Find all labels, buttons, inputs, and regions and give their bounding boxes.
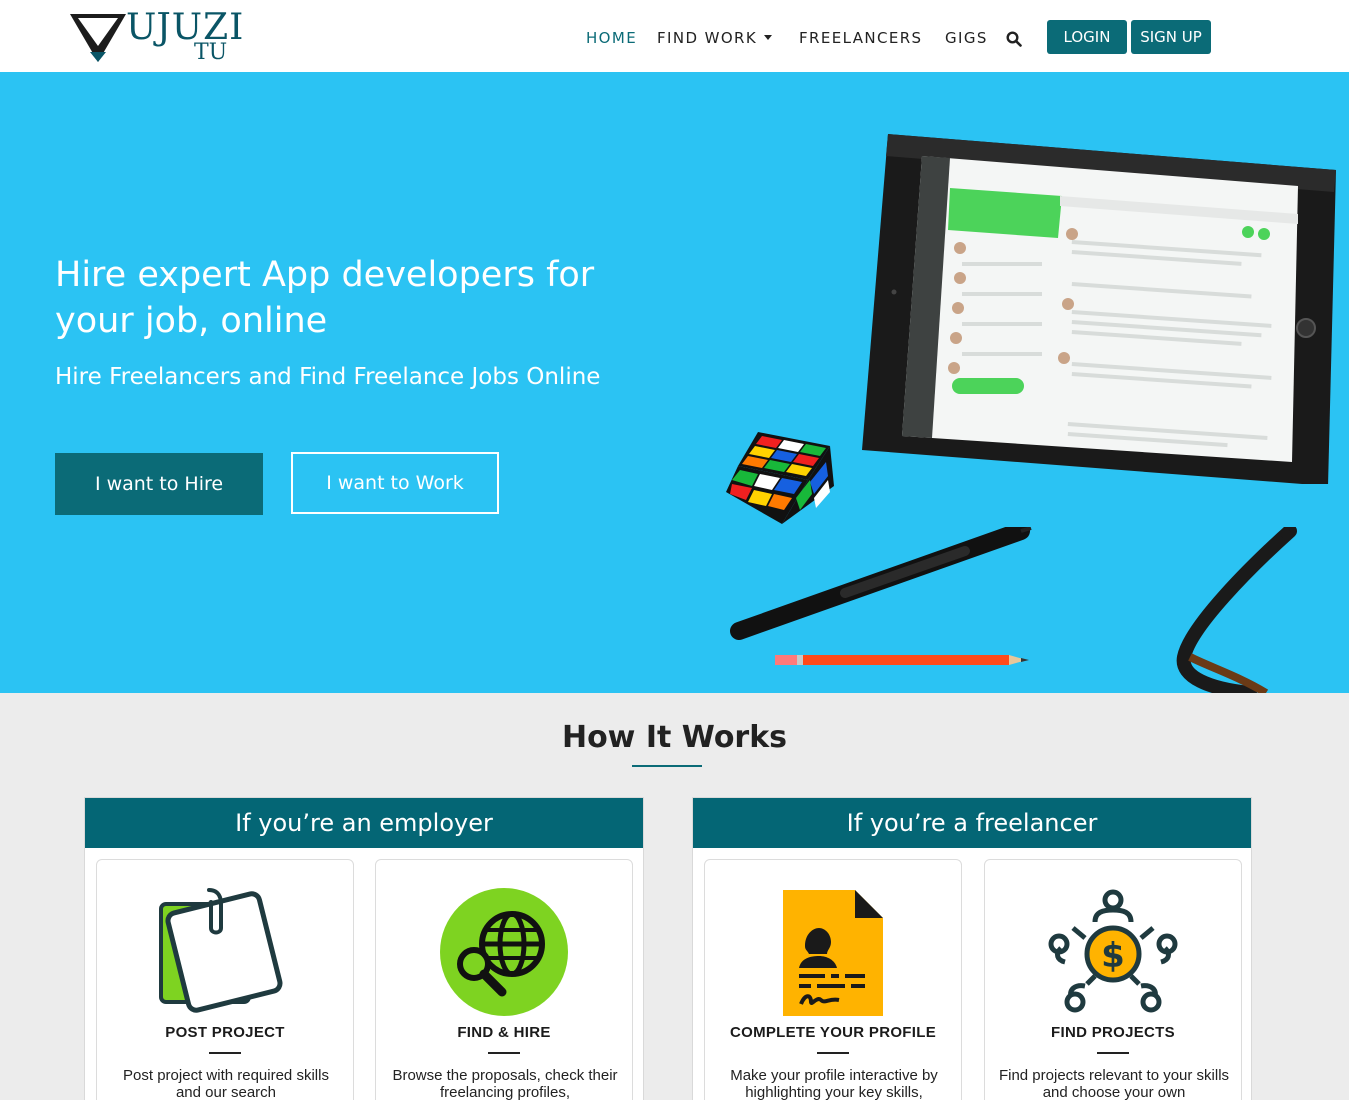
card-find-hire[interactable]: FIND & HIRE Browse the proposals, check … [375,859,633,1100]
brand-logo[interactable]: UJUZI TU [68,8,243,66]
globe-search-icon [440,888,568,1016]
hire-button[interactable]: I want to Hire [55,453,263,515]
card-divider [1097,1052,1129,1054]
card-description: Post project with required skills and ou… [123,1067,329,1100]
sticky-note-icon [159,888,283,1013]
nav-find-work[interactable]: FIND WORK [657,28,773,48]
card-title: FIND & HIRE [457,1024,551,1041]
card-divider [209,1052,241,1054]
pencil-illustration [775,655,1029,665]
hero-subtitle: Hire Freelancers and Find Freelance Jobs… [55,364,601,390]
card-divider [817,1052,849,1054]
card-description: Browse the proposals, check their freela… [392,1067,618,1100]
card-title: POST PROJECT [165,1024,285,1041]
section-divider [632,765,702,767]
employer-panel: If you’re an employer POST PROJECT Post … [84,797,644,1100]
card-find-projects[interactable]: $ FIND PROJECTS Find projects relevant t… [984,859,1242,1100]
pen-illustration [730,527,1032,640]
top-navbar: UJUZI TU HOME FIND WORK FREELANCERS GIGS… [0,0,1349,72]
tablet-illustration [862,134,1336,484]
hero-section: Hire expert App developers for your job,… [0,72,1349,693]
employer-panel-heading: If you’re an employer [85,798,643,848]
search-icon[interactable] [1006,31,1022,47]
nav-gigs[interactable]: GIGS [945,28,988,48]
rubiks-cube-illustration [726,432,834,524]
card-description: Make your profile interactive by highlig… [730,1067,938,1100]
signup-button[interactable]: SIGN UP [1131,20,1211,54]
card-post-project[interactable]: POST PROJECT Post project with required … [96,859,354,1100]
glasses-illustration [1176,527,1297,693]
how-it-works-title: How It Works [561,720,788,755]
svg-text:$: $ [1101,936,1125,976]
freelancer-panel-heading: If you’re a freelancer [693,798,1251,848]
profile-document-icon [783,890,883,1016]
chevron-down-icon [764,35,773,40]
nav-freelancers[interactable]: FREELANCERS [799,28,922,48]
card-complete-profile[interactable]: COMPLETE YOUR PROFILE Make your profile … [704,859,962,1100]
freelancer-panel: If you’re a freelancer COMPLETE YOUR PRO… [692,797,1252,1100]
hero-title: Hire expert App developers for your job,… [55,255,595,341]
card-title: FIND PROJECTS [1051,1024,1175,1041]
card-description: Find projects relevant to your skills an… [998,1067,1230,1100]
nav-find-work-label: FIND WORK [657,29,758,47]
brand-subname: TU [194,40,228,65]
dollar-network-icon: $ [1048,889,1178,1013]
logo-mark-icon [70,14,126,62]
work-button[interactable]: I want to Work [291,452,499,514]
nav-home[interactable]: HOME [586,28,637,48]
card-divider [488,1052,520,1054]
login-button[interactable]: LOGIN [1047,20,1127,54]
card-title: COMPLETE YOUR PROFILE [729,1024,937,1041]
